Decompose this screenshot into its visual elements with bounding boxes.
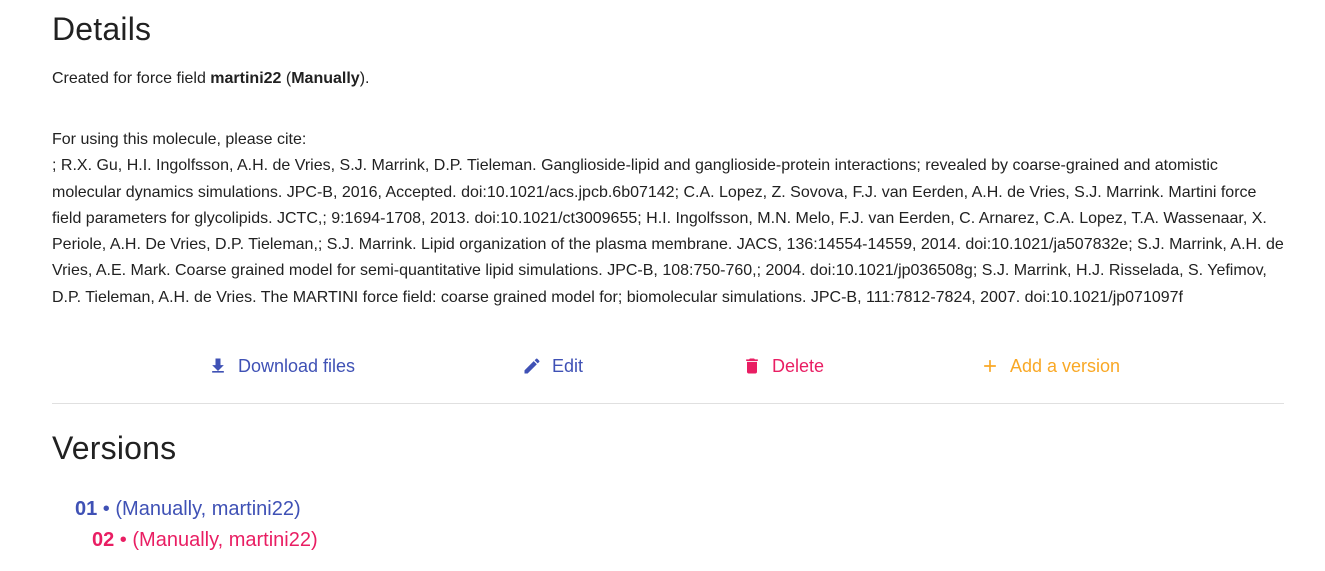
created-prefix: Created for force field — [52, 70, 211, 87]
cite-intro: For using this molecule, please cite: — [52, 131, 307, 148]
version-info: (Manually, martini22) — [132, 529, 318, 551]
trash-icon — [742, 356, 762, 376]
edit-label: Edit — [552, 355, 584, 376]
citation-text: ; R.X. Gu, H.I. Ingolfsson, A.H. de Vrie… — [52, 157, 1284, 306]
plus-icon — [980, 356, 1000, 376]
molecule-details-page: Details Created for force field martini2… — [0, 0, 1325, 571]
add-version-label: Add a version — [1010, 355, 1121, 376]
action-bar: Download files Edit Delete Add a version — [52, 350, 1284, 382]
download-icon — [208, 356, 228, 376]
version-number: 01 — [75, 498, 98, 520]
version-separator: • — [97, 498, 116, 520]
created-for-line: Created for force field martini22 (Manua… — [52, 68, 369, 90]
delete-button[interactable]: Delete — [742, 350, 824, 382]
version-separator: • — [114, 529, 133, 551]
download-files-button[interactable]: Download files — [208, 350, 355, 382]
version-item-02[interactable]: 02 • (Manually, martini22) — [92, 527, 318, 553]
creation-method: Manually — [291, 70, 360, 87]
versions-title: Versions — [52, 430, 177, 466]
force-field-name: martini22 — [210, 70, 282, 87]
created-suffix: ). — [359, 70, 370, 87]
details-title: Details — [52, 11, 152, 47]
version-info: (Manually, martini22) — [115, 498, 301, 520]
citation-block: For using this molecule, please cite: ; … — [52, 127, 1284, 311]
add-version-button[interactable]: Add a version — [980, 350, 1120, 382]
version-number: 02 — [92, 529, 115, 551]
pencil-icon — [522, 356, 542, 376]
download-files-label: Download files — [238, 355, 356, 376]
section-divider — [52, 403, 1284, 404]
edit-button[interactable]: Edit — [522, 350, 583, 382]
delete-label: Delete — [772, 355, 825, 376]
version-item-01[interactable]: 01 • (Manually, martini22) — [75, 496, 301, 522]
created-mid: ( — [281, 70, 292, 87]
